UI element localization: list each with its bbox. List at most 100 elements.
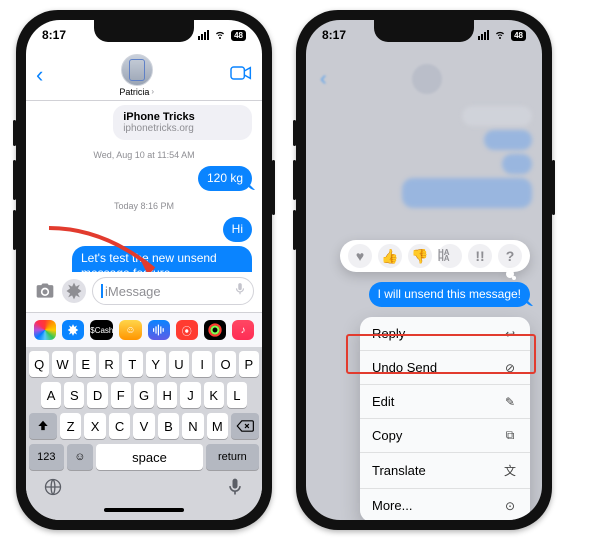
key-c[interactable]: C	[109, 413, 130, 439]
text-cursor	[101, 284, 103, 298]
message-bubble[interactable]: 120 kg	[198, 166, 252, 191]
key-e[interactable]: E	[76, 351, 96, 377]
key-q[interactable]: Q	[29, 351, 49, 377]
tapback-haha[interactable]: HA HA	[438, 244, 462, 268]
wifi-icon	[493, 28, 507, 43]
blurred-header: ‹	[316, 56, 532, 102]
key-s[interactable]: S	[64, 382, 84, 408]
camera-button[interactable]	[34, 280, 56, 302]
key-m[interactable]: M	[207, 413, 228, 439]
key-v[interactable]: V	[133, 413, 154, 439]
chevron-right-icon: ›	[151, 87, 154, 96]
key-p[interactable]: P	[239, 351, 259, 377]
menu-undo-send[interactable]: Undo Send ⊘	[360, 350, 530, 384]
menu-label: Copy	[372, 428, 402, 443]
app-activity[interactable]	[204, 320, 226, 340]
app-audio[interactable]	[148, 320, 170, 340]
key-g[interactable]: G	[134, 382, 154, 408]
tapback-heart[interactable]: ♥	[348, 244, 372, 268]
key-o[interactable]: O	[215, 351, 235, 377]
app-memoji[interactable]: ☺	[119, 320, 141, 340]
menu-more[interactable]: More... ⊙	[360, 488, 530, 520]
message-bubble[interactable]: Hi	[223, 217, 252, 242]
key-y[interactable]: Y	[146, 351, 166, 377]
blurred-thread	[316, 102, 532, 212]
app-find[interactable]: ⦿	[176, 320, 198, 340]
contact-button[interactable]: Patricia ›	[119, 54, 154, 97]
key-t[interactable]: T	[122, 351, 142, 377]
battery-level: 48	[231, 30, 246, 41]
shift-key[interactable]	[29, 413, 57, 439]
key-u[interactable]: U	[169, 351, 189, 377]
key-d[interactable]: D	[87, 382, 107, 408]
key-f[interactable]: F	[111, 382, 131, 408]
menu-label: Translate	[372, 463, 426, 478]
numbers-key[interactable]: 123	[29, 444, 64, 470]
app-strip[interactable]: $Cash ☺ ⦿ ♪	[26, 312, 262, 347]
emoji-key[interactable]: ☺	[67, 444, 94, 470]
battery-level: 48	[511, 30, 526, 41]
message-thread[interactable]: iPhone Tricks iphonetricks.org Wed, Aug …	[26, 101, 262, 272]
message-bubble[interactable]: Let's test the new unsend message featur…	[72, 246, 252, 272]
cell-signal-icon	[198, 30, 209, 40]
dictation-key[interactable]	[225, 477, 245, 502]
notch	[94, 20, 194, 42]
more-icon: ⊙	[502, 499, 518, 513]
return-key[interactable]: return	[206, 444, 259, 470]
delete-key[interactable]	[231, 413, 259, 439]
key-n[interactable]: N	[182, 413, 203, 439]
home-indicator[interactable]	[104, 508, 184, 512]
key-x[interactable]: X	[84, 413, 105, 439]
link-preview[interactable]: iPhone Tricks iphonetricks.org	[113, 105, 252, 140]
status-time: 8:17	[42, 28, 66, 42]
tapback-emphasize[interactable]: !!	[468, 244, 492, 268]
keyboard[interactable]: QWERTYUIOP ASDFGHJKL ZXCVBNM 123 ☺ space…	[26, 347, 262, 520]
back-button[interactable]: ‹	[36, 62, 43, 88]
notch	[374, 20, 474, 42]
menu-copy[interactable]: Copy ⧉	[360, 418, 530, 452]
phone-left: 8:17 48 ‹ Patricia ›	[16, 10, 272, 530]
key-j[interactable]: J	[180, 382, 200, 408]
menu-label: Undo Send	[372, 360, 437, 375]
placeholder: iMessage	[105, 284, 161, 299]
message-input[interactable]: iMessage	[92, 277, 254, 305]
phone-right: 8:17 48 ‹	[296, 10, 552, 530]
facetime-button[interactable]	[230, 65, 252, 86]
link-subtitle: iphonetricks.org	[123, 123, 242, 134]
menu-label: Edit	[372, 394, 394, 409]
globe-key[interactable]	[43, 477, 63, 502]
menu-edit[interactable]: Edit ✎	[360, 384, 530, 418]
menu-label: More...	[372, 498, 412, 513]
compose-bar: iMessage	[26, 272, 262, 312]
app-drawer-button[interactable]	[62, 279, 86, 303]
app-photos[interactable]	[34, 320, 56, 340]
key-a[interactable]: A	[41, 382, 61, 408]
menu-translate[interactable]: Translate ⽂	[360, 452, 530, 488]
reply-icon: ↩	[502, 327, 518, 341]
timestamp: Wed, Aug 10 at 11:54 AM	[36, 150, 252, 160]
wifi-icon	[213, 28, 227, 43]
key-l[interactable]: L	[227, 382, 247, 408]
tapback-like[interactable]: 👍	[378, 244, 402, 268]
app-cash[interactable]: $Cash	[90, 320, 113, 340]
link-title: iPhone Tricks	[123, 111, 242, 123]
space-key[interactable]: space	[96, 444, 203, 470]
key-r[interactable]: R	[99, 351, 119, 377]
key-w[interactable]: W	[52, 351, 72, 377]
app-store[interactable]	[62, 320, 84, 340]
key-b[interactable]: B	[158, 413, 179, 439]
cell-signal-icon	[478, 30, 489, 40]
key-h[interactable]: H	[157, 382, 177, 408]
undo-icon: ⊘	[502, 361, 518, 375]
app-music[interactable]: ♪	[232, 320, 254, 340]
contact-name: Patricia	[119, 87, 149, 97]
dictation-icon[interactable]	[233, 281, 247, 302]
menu-reply[interactable]: Reply ↩	[360, 317, 530, 350]
tapback-question[interactable]: ?	[498, 244, 522, 268]
key-k[interactable]: K	[204, 382, 224, 408]
selected-message[interactable]: I will unsend this message!	[369, 282, 530, 307]
tapback-dislike[interactable]: 👎	[408, 244, 432, 268]
key-z[interactable]: Z	[60, 413, 81, 439]
avatar	[121, 54, 153, 86]
key-i[interactable]: I	[192, 351, 212, 377]
